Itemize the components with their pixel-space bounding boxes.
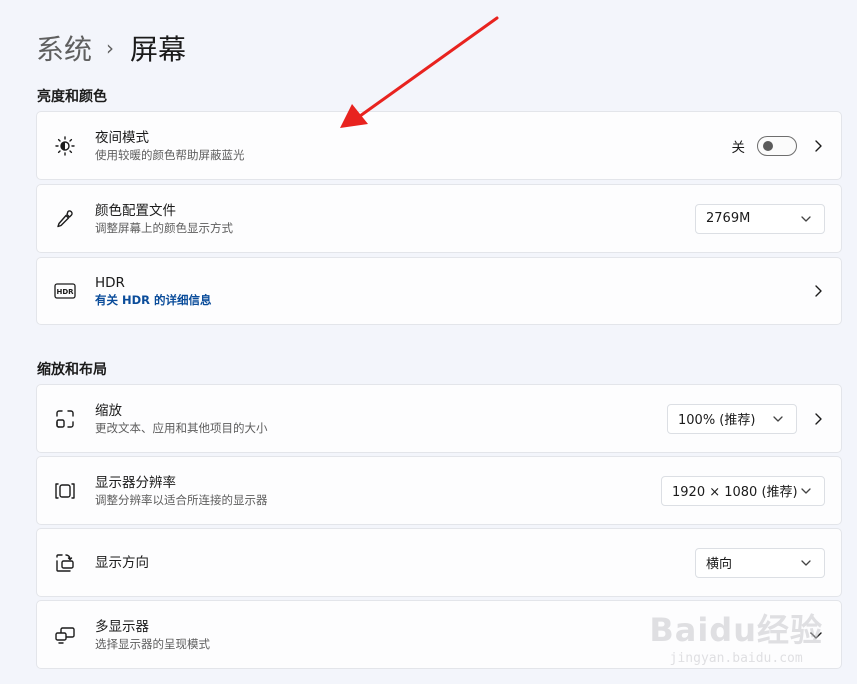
resolution-desc: 调整分辨率以适合所连接的显示器 [95, 492, 268, 507]
baidu-watermark: Baidu经验 jingyan.baidu.com [649, 605, 823, 666]
resolution-card: 显示器分辨率 调整分辨率以适合所连接的显示器 1920 × 1080 (推荐) [36, 456, 842, 525]
scale-desc: 更改文本、应用和其他项目的大小 [95, 420, 268, 435]
section-title-scale-layout: 缩放和布局 [37, 362, 107, 378]
hdr-title: HDR [95, 275, 125, 291]
breadcrumb-parent[interactable]: 系统 [36, 28, 92, 68]
multi-display-text: 多显示器 选择显示器的呈现模式 [95, 618, 210, 652]
multi-display-title: 多显示器 [95, 618, 149, 635]
resolution-title: 显示器分辨率 [95, 474, 176, 491]
night-light-title: 夜间模式 [95, 129, 149, 146]
hdr-text: HDR 有关 HDR 的详细信息 [95, 274, 212, 308]
night-light-toggle-label: 关 [731, 139, 746, 156]
color-profile-title: 颜色配置文件 [95, 202, 176, 219]
svg-text:HDR: HDR [56, 288, 74, 296]
hdr-card[interactable]: HDR HDR 有关 HDR 的详细信息 [36, 257, 842, 325]
orientation-dropdown[interactable]: 横向 [695, 547, 825, 578]
toggle-knob [763, 140, 773, 151]
orientation-card: 显示方向 横向 [36, 528, 842, 597]
watermark-logo: Baidu经验 [649, 611, 823, 649]
chevron-down-icon [773, 415, 783, 422]
night-light-text: 夜间模式 使用较暖的颜色帮助屏蔽蓝光 [95, 129, 245, 163]
resolution-value: 1920 × 1080 (推荐) [672, 485, 798, 500]
chevron-down-icon [801, 215, 811, 222]
chevron-right-icon[interactable] [813, 284, 823, 298]
orientation-value: 横向 [706, 557, 733, 572]
scale-text: 缩放 更改文本、应用和其他项目的大小 [95, 402, 268, 436]
orientation-icon [53, 551, 77, 575]
resolution-dropdown[interactable]: 1920 × 1080 (推荐) [661, 475, 825, 506]
night-light-desc: 使用较暖的颜色帮助屏蔽蓝光 [95, 147, 245, 162]
color-profile-desc: 调整屏幕上的颜色显示方式 [95, 220, 233, 235]
color-profile-dropdown[interactable]: 2769M [695, 203, 825, 234]
multi-display-desc: 选择显示器的呈现模式 [95, 636, 210, 651]
resolution-text: 显示器分辨率 调整分辨率以适合所连接的显示器 [95, 474, 268, 508]
color-profile-card: 颜色配置文件 调整屏幕上的颜色显示方式 2769M [36, 184, 842, 253]
orientation-title: 显示方向 [95, 554, 149, 571]
scale-dropdown[interactable]: 100% (推荐) [667, 403, 797, 434]
page-title: 屏幕 [130, 33, 187, 66]
color-profile-value: 2769M [706, 211, 751, 226]
eyedropper-icon [53, 207, 77, 231]
scale-card[interactable]: 缩放 更改文本、应用和其他项目的大小 100% (推荐) [36, 384, 842, 453]
color-profile-text: 颜色配置文件 调整屏幕上的颜色显示方式 [95, 202, 233, 236]
brightness-icon [53, 134, 77, 158]
chevron-right-icon[interactable] [813, 412, 823, 426]
hdr-info-link[interactable]: 有关 HDR 的详细信息 [95, 292, 212, 308]
orientation-text: 显示方向 [95, 554, 149, 572]
chevron-right-icon[interactable] [813, 139, 823, 153]
scale-value: 100% (推荐) [678, 413, 756, 428]
section-title-brightness: 亮度和颜色 [37, 89, 107, 105]
scale-title: 缩放 [95, 402, 122, 419]
watermark-url: jingyan.baidu.com [669, 651, 803, 666]
night-light-toggle[interactable] [757, 135, 797, 156]
night-light-card[interactable]: 夜间模式 使用较暖的颜色帮助屏蔽蓝光 关 [36, 111, 842, 180]
resolution-icon [53, 479, 77, 503]
chevron-down-icon [801, 559, 811, 566]
multi-display-icon [53, 623, 77, 647]
chevron-down-icon [801, 487, 811, 494]
scale-icon [53, 407, 77, 431]
hdr-icon: HDR [53, 279, 77, 303]
breadcrumb-separator-icon: › [106, 36, 115, 60]
breadcrumb: 系统 › 屏幕 [36, 28, 186, 68]
